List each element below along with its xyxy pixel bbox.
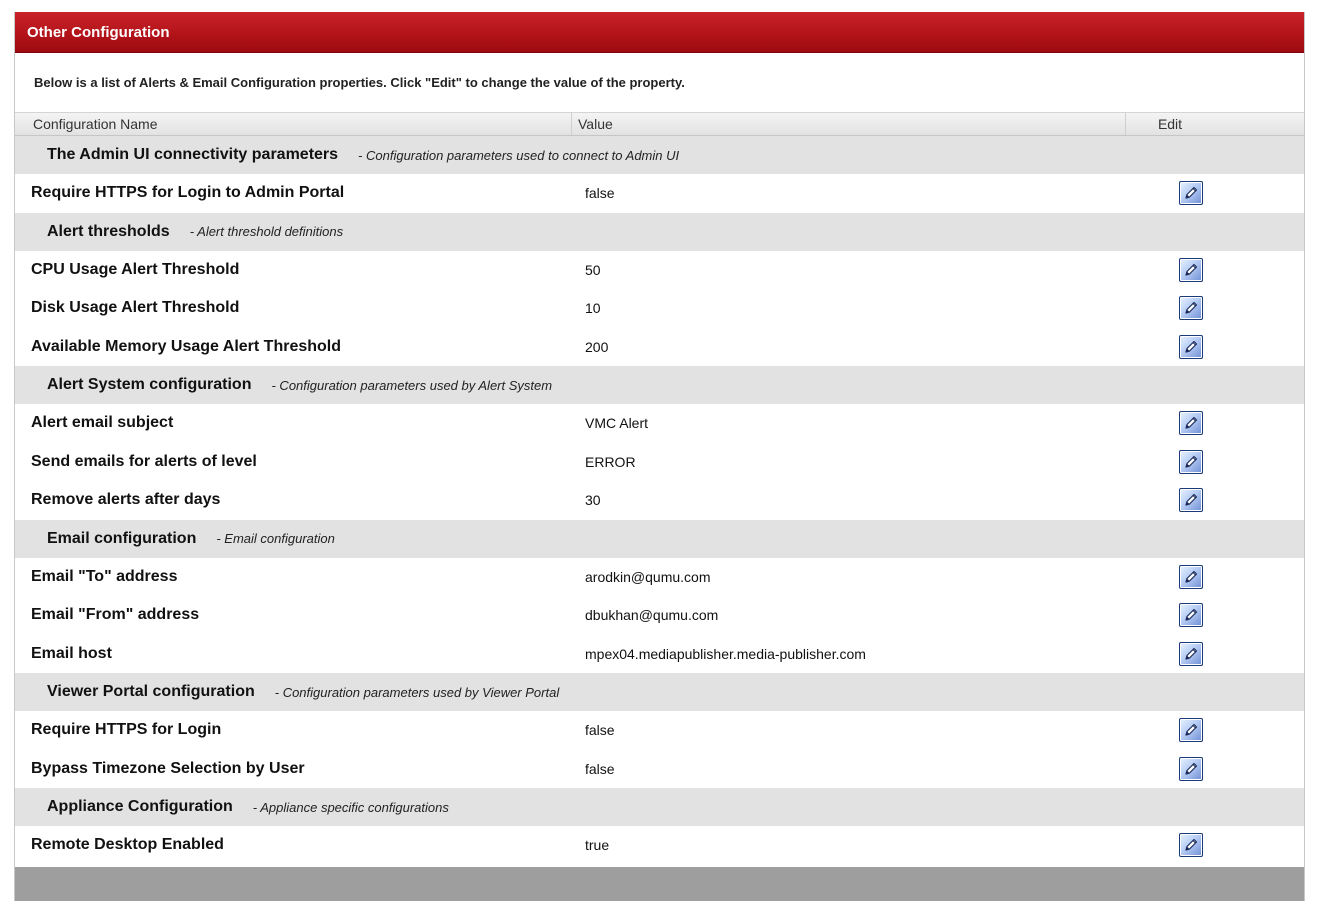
property-name: Email "To" address [31,567,178,585]
property-name: Remote Desktop Enabled [31,836,224,854]
group-description: - Alert threshold definitions [189,224,344,239]
group-name: Email configuration [47,529,197,547]
property-value: dbukhan@qumu.com [585,607,719,624]
group-name: The Admin UI connectivity parameters [47,146,339,163]
pencil-icon[interactable] [1179,257,1203,282]
property-value: VMC Alert [585,415,649,432]
pencil-icon[interactable] [1179,449,1203,474]
group-name: Alert thresholds [47,222,170,240]
edit-button[interactable] [1175,563,1207,591]
edit-button[interactable] [1175,486,1207,514]
property-name: CPU Usage Alert Threshold [31,260,240,278]
table-row: Require HTTPS for Login false [15,711,1304,750]
property-name: Alert email subject [31,414,174,432]
table-row: Remote Desktop Enabled true [15,826,1304,865]
property-name: Send emails for alerts of level [31,452,257,470]
property-name: Require HTTPS for Login to Admin Portal [31,184,345,202]
panel-title: Other Configuration [15,12,1304,53]
table-row: Email host mpex04.mediapublisher.media-pu… [15,634,1304,673]
property-name: Remove alerts after days [31,491,221,509]
edit-button[interactable] [1175,640,1207,668]
pencil-icon[interactable] [1179,181,1203,206]
edit-button[interactable] [1175,409,1207,437]
property-value: 50 [585,261,601,278]
column-header-value[interactable]: Value [572,113,1126,135]
edit-button[interactable] [1175,448,1207,476]
group-header-row: Alert thresholds - Alert threshold defini… [15,212,1304,251]
table-row: Remove alerts after days 30 [15,481,1304,520]
edit-button[interactable] [1175,601,1207,629]
column-header-name[interactable]: Configuration Name [15,113,572,135]
edit-button[interactable] [1175,333,1207,361]
group-header-row: The Admin UI connectivity parameters - Co… [15,136,1304,174]
property-value: false [585,722,615,739]
property-value: ERROR [585,453,636,470]
property-value: false [585,760,615,777]
pencil-icon[interactable] [1179,641,1203,666]
property-name: Available Memory Usage Alert Threshold [31,337,342,355]
pencil-icon[interactable] [1179,756,1203,781]
table-row: Require HTTPS for Login to Admin Portal f… [15,174,1304,213]
property-name: Bypass Timezone Selection by User [31,759,305,777]
property-value: 200 [585,338,609,355]
panel-footer-bar [15,867,1304,901]
edit-button[interactable] [1175,256,1207,284]
edit-button[interactable] [1175,831,1207,859]
property-value: false [585,185,615,202]
table-row: CPU Usage Alert Threshold 50 [15,250,1304,289]
table-row: Available Memory Usage Alert Threshold 20… [15,327,1304,366]
pencil-icon[interactable] [1179,488,1203,513]
group-header-row: Appliance Configuration - Appliance speci… [15,788,1304,826]
pencil-icon[interactable] [1179,411,1203,436]
group-description: - Appliance specific configurations [252,799,449,815]
pencil-icon[interactable] [1179,334,1203,359]
property-value: 30 [585,492,601,509]
group-header-row: Viewer Portal configuration - Configurati… [15,673,1304,711]
group-name: Appliance Configuration [47,798,233,815]
panel-description: Below is a list of Alerts & Email Config… [34,75,685,90]
property-name: Email "From" address [31,606,200,624]
group-name: Viewer Portal configuration [47,683,255,700]
table-row: Disk Usage Alert Threshold 10 [15,289,1304,328]
group-name: Alert System configuration [47,376,252,393]
table-header: Configuration Name Value Edit [15,112,1304,136]
table-row: Send emails for alerts of level ERROR [15,442,1304,481]
pencil-icon[interactable] [1179,833,1203,858]
property-name: Disk Usage Alert Threshold [31,299,240,317]
group-description: - Configuration parameters used by Viewe… [274,684,560,700]
pencil-icon[interactable] [1179,296,1203,321]
property-value: mpex04.mediapublisher.media-publisher.co… [585,645,866,662]
configuration-table-body: The Admin UI connectivity parameters - Co… [15,136,1304,865]
table-row: Bypass Timezone Selection by User false [15,749,1304,788]
property-name: Require HTTPS for Login [31,721,222,739]
group-header-row: Email configuration - Email configuration [15,519,1304,558]
property-value: true [585,837,610,854]
group-header-row: Alert System configuration - Configuratio… [15,366,1304,404]
property-name: Email host [31,644,112,662]
property-value: 10 [585,300,601,317]
table-row: Alert email subject VMC Alert [15,404,1304,443]
column-header-edit: Edit [1157,116,1183,132]
table-row: Email "From" address dbukhan@qumu.com [15,596,1304,635]
edit-button[interactable] [1175,755,1207,783]
pencil-icon[interactable] [1179,564,1203,589]
group-description: - Configuration parameters used by Alert… [271,377,553,393]
edit-button[interactable] [1175,179,1207,207]
edit-button[interactable] [1175,294,1207,322]
pencil-icon[interactable] [1179,718,1203,743]
property-value: arodkin@qumu.com [585,568,711,585]
table-row: Email "To" address arodkin@qumu.com [15,557,1304,596]
other-configuration-panel: Other Configuration Below is a list of A… [14,12,1305,901]
pencil-icon[interactable] [1179,603,1203,628]
edit-button[interactable] [1175,716,1207,744]
group-description: - Configuration parameters used to conne… [358,147,680,163]
group-description: - Email configuration [216,531,335,546]
